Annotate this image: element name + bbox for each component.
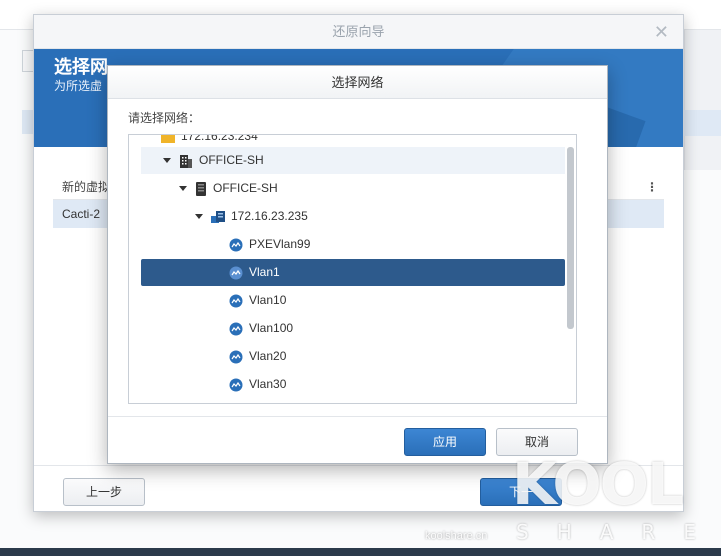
- tree-item-label: PXEVlan99: [249, 237, 311, 251]
- network-icon: [229, 378, 243, 392]
- wizard-subheading: 为所选虚: [54, 79, 103, 93]
- chevron-down-icon[interactable]: [179, 186, 187, 192]
- dialog-prompt: 请选择网络：: [128, 111, 201, 125]
- tree-item-label: Vlan30: [249, 377, 287, 391]
- tree-item-label: OFFICE-SH: [213, 181, 278, 195]
- network-icon: [229, 266, 243, 280]
- tree-item[interactable]: Vlan20: [141, 343, 565, 370]
- background-row-right: [684, 110, 721, 136]
- chevron-down-icon[interactable]: [163, 158, 171, 164]
- column-options-icon[interactable]: ⋮: [646, 174, 658, 200]
- column-header-new-vm: 新的虚拟: [62, 180, 111, 194]
- network-tree[interactable]: 172.16.23.234 OFFICE-SH OFFICE-SH 172.16…: [128, 134, 577, 404]
- tree-item[interactable]: OFFICE-SH: [141, 147, 565, 174]
- watermark-site: koolshare.cn: [425, 530, 488, 542]
- tree-item-label: Vlan1: [249, 265, 280, 279]
- tree-item[interactable]: Vlan100: [141, 315, 565, 342]
- chevron-down-icon[interactable]: [195, 214, 203, 220]
- tree-item[interactable]: PXEVlan99: [141, 231, 565, 258]
- watermark-share: SHARE: [516, 520, 721, 544]
- close-icon[interactable]: ✕: [654, 15, 669, 49]
- tree-item[interactable]: 172.16.23.235: [141, 203, 565, 230]
- tree-item[interactable]: Vlan1: [141, 259, 565, 286]
- background-panel: [684, 30, 721, 170]
- network-icon: [229, 350, 243, 364]
- tree-item[interactable]: Vlan30: [141, 371, 565, 398]
- tree-item-label: 172.16.23.235: [231, 209, 308, 223]
- vm-name-cell: Cacti-2: [62, 207, 101, 221]
- wizard-titlebar: 还原向导 ✕: [34, 15, 683, 49]
- watermark-logo: KOOL: [512, 450, 684, 518]
- apply-button[interactable]: 应用: [404, 428, 486, 456]
- tree-item-label: Vlan20: [249, 349, 287, 363]
- tree-item[interactable]: OFFICE-SH: [141, 175, 565, 202]
- network-icon: [229, 238, 243, 252]
- server-icon: [196, 181, 206, 196]
- network-icon: [229, 322, 243, 336]
- host-icon: [211, 210, 225, 223]
- tree-item-label: OFFICE-SH: [199, 153, 264, 167]
- previous-button[interactable]: 上一步: [63, 478, 145, 506]
- tree-item-label: Vlan100: [249, 321, 294, 335]
- taskbar-strip: [0, 548, 721, 556]
- tree-item-label: Vlan10: [249, 293, 287, 307]
- wizard-heading: 选择网: [54, 57, 108, 77]
- tree-scrollbar[interactable]: [567, 147, 574, 329]
- building-icon: [180, 154, 192, 168]
- dialog-title: 选择网络: [108, 66, 607, 99]
- wizard-title: 还原向导: [332, 24, 385, 39]
- folder-icon: [161, 135, 175, 143]
- select-network-dialog: 选择网络 请选择网络： 172.16.23.234 OFFICE-SH OFFI…: [107, 65, 608, 464]
- network-icon: [229, 294, 243, 308]
- tree-item[interactable]: Vlan10: [141, 287, 565, 314]
- tree-item-label: 172.16.23.234: [181, 134, 258, 143]
